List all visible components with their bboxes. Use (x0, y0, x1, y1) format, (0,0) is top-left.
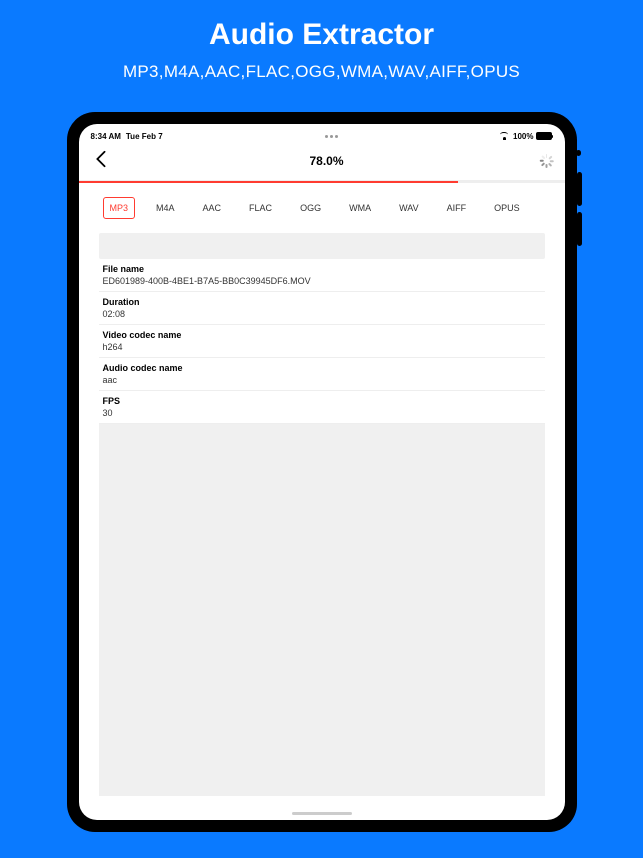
device-button-volume-down (577, 212, 582, 246)
info-label: File name (103, 264, 541, 274)
status-time: 8:34 AM (91, 132, 121, 141)
info-value: 30 (103, 408, 541, 418)
device-button-power (576, 150, 581, 156)
format-tab-opus[interactable]: OPUS (487, 197, 527, 219)
promo-subtitle: MP3,M4A,AAC,FLAC,OGG,WMA,WAV,AIFF,OPUS (123, 62, 520, 82)
info-row-video-codec: Video codec name h264 (99, 325, 545, 358)
promo-title: Audio Extractor (209, 18, 434, 52)
back-button[interactable] (87, 148, 115, 174)
format-tabs: MP3 M4A AAC FLAC OGG WMA WAV AIFF OPUS (99, 183, 545, 233)
info-row-audio-codec: Audio codec name aac (99, 358, 545, 391)
info-header-blank (99, 233, 545, 259)
format-tab-flac[interactable]: FLAC (242, 197, 279, 219)
status-date: Tue Feb 7 (126, 132, 163, 141)
device-screen: 8:34 AM Tue Feb 7 100% 78.0% (79, 124, 565, 820)
info-label: FPS (103, 396, 541, 406)
device-button-volume-up (577, 172, 582, 206)
battery-icon (536, 132, 552, 140)
info-value: aac (103, 375, 541, 385)
file-info-list: File name ED601989-400B-4BE1-B7A5-BB0C39… (99, 259, 545, 424)
info-label: Duration (103, 297, 541, 307)
nav-bar: 78.0% (79, 142, 565, 181)
info-value: 02:08 (103, 309, 541, 319)
status-bar: 8:34 AM Tue Feb 7 100% (79, 124, 565, 142)
multitask-indicator (325, 135, 338, 138)
info-label: Video codec name (103, 330, 541, 340)
format-tab-wav[interactable]: WAV (392, 197, 426, 219)
wifi-icon (500, 132, 510, 140)
preview-area (99, 424, 545, 796)
format-tab-aiff[interactable]: AIFF (440, 197, 474, 219)
info-row-duration: Duration 02:08 (99, 292, 545, 325)
home-indicator (79, 806, 565, 820)
info-label: Audio codec name (103, 363, 541, 373)
info-value: ED601989-400B-4BE1-B7A5-BB0C39945DF6.MOV (103, 276, 541, 286)
format-tab-m4a[interactable]: M4A (149, 197, 182, 219)
format-tab-ogg[interactable]: OGG (293, 197, 328, 219)
loading-spinner-icon (539, 154, 553, 168)
format-tab-wma[interactable]: WMA (342, 197, 378, 219)
info-row-filename: File name ED601989-400B-4BE1-B7A5-BB0C39… (99, 259, 545, 292)
format-tab-mp3[interactable]: MP3 (103, 197, 136, 219)
device-frame: 8:34 AM Tue Feb 7 100% 78.0% (67, 112, 577, 832)
progress-title: 78.0% (309, 154, 343, 168)
info-row-fps: FPS 30 (99, 391, 545, 424)
format-tab-aac[interactable]: AAC (196, 197, 229, 219)
info-value: h264 (103, 342, 541, 352)
battery-text: 100% (513, 132, 533, 141)
